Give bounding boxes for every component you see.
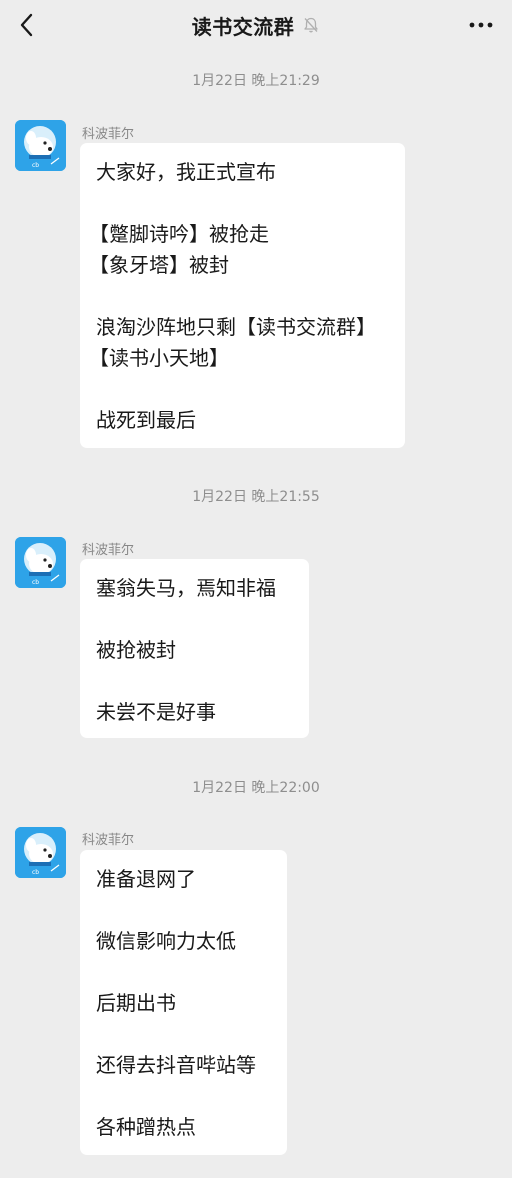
message-timestamp: 1月22日 晚上22:00 [192,780,320,796]
svg-text:cb: cb [32,869,39,876]
dog-avatar-icon: cb [15,537,66,588]
sender-avatar[interactable]: cb [15,537,66,588]
message-line: 准备退网了 [96,867,196,891]
message-line: 塞翁失马，焉知非福 [96,576,276,600]
dog-avatar-icon: cb [15,827,66,878]
message-line: 大家好，我正式宣布 [96,160,276,184]
sender-name: 科波菲尔 [82,127,135,142]
ellipsis-icon [469,22,493,28]
chat-header: 读书交流群 [0,0,512,50]
message-line: 【读书小天地】 [89,346,229,370]
sender-name: 科波菲尔 [82,543,135,558]
svg-text:cb: cb [32,162,39,169]
message-line: 战死到最后 [96,408,196,432]
message-bubble[interactable]: 准备退网了 微信影响力太低 后期出书 还得去抖音哔站等 各种蹭热点 [80,850,287,1155]
sender-avatar[interactable]: cb [15,120,66,171]
message-timestamp: 1月22日 晚上21:29 [192,73,320,89]
svg-text:cb: cb [32,579,39,586]
dog-avatar-icon: cb [15,120,66,171]
sender-name: 科波菲尔 [82,833,135,848]
message-bubble[interactable]: 塞翁失马，焉知非福 被抢被封 未尝不是好事 [80,559,309,738]
message-line: 【象牙塔】被封 [89,253,229,277]
message-line: 后期出书 [96,991,176,1015]
more-button[interactable] [466,10,496,40]
message-line: 未尝不是好事 [96,700,216,724]
message-line: 被抢被封 [96,638,176,662]
message-line: 浪淘沙阵地只剩【读书交流群】 [96,315,376,339]
message-line: 【蹩脚诗吟】被抢走 [89,222,269,246]
bell-muted-icon [304,17,318,33]
message-line: 还得去抖音哔站等 [96,1053,256,1077]
chat-title: 读书交流群 [191,14,295,39]
message-bubble[interactable]: 大家好，我正式宣布 【蹩脚诗吟】被抢走 【象牙塔】被封 浪淘沙阵地只剩【读书交流… [80,143,405,448]
message-line: 各种蹭热点 [96,1115,196,1139]
message-timestamp: 1月22日 晚上21:55 [192,489,320,505]
sender-avatar[interactable]: cb [15,827,66,878]
message-line: 微信影响力太低 [96,929,236,953]
